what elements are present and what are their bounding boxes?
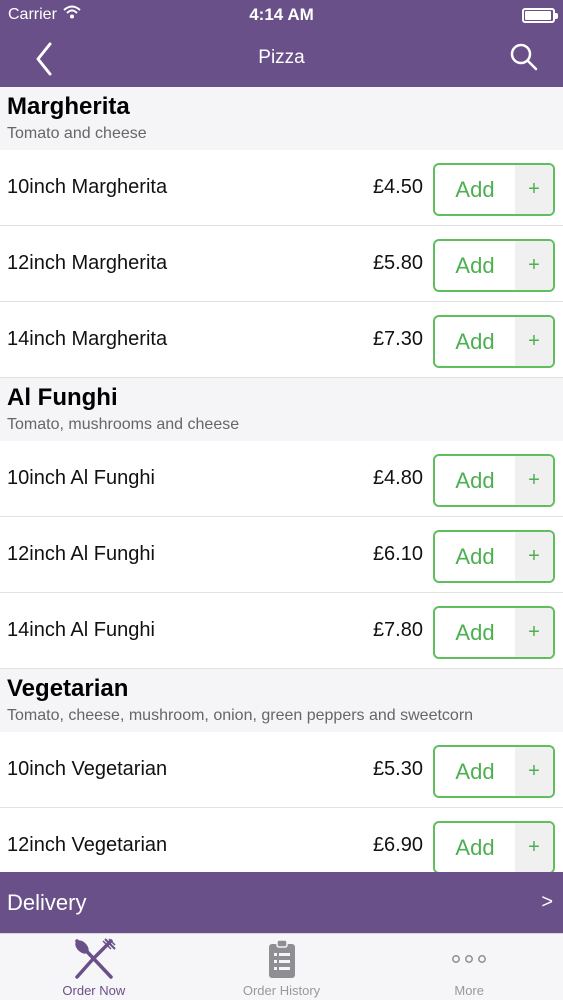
item-name: 10inch Margherita <box>7 176 168 198</box>
battery-icon <box>522 8 558 23</box>
section-title: Al Funghi <box>7 384 118 411</box>
section-header-al-funghi: Al Funghi Tomato, mushrooms and cheese <box>0 378 563 441</box>
section-description: Tomato, mushrooms and cheese <box>7 416 240 433</box>
add-button[interactable]: Add + <box>433 454 555 507</box>
add-label: Add <box>455 176 495 202</box>
item-price: £5.30 <box>372 758 423 780</box>
add-label: Add <box>455 834 495 860</box>
status-time: 4:14 AM <box>249 5 314 24</box>
item-name: 12inch Al Funghi <box>7 543 155 565</box>
plus-icon: + <box>515 317 553 366</box>
nav-bar: Pizza <box>0 30 563 87</box>
add-label: Add <box>455 328 495 354</box>
chevron-right-icon: > <box>541 891 553 913</box>
page-title: Pizza <box>258 47 305 68</box>
app-screen: Carrier 4:14 AM Pizza Margherita Tomato … <box>0 0 563 1000</box>
tab-label: More <box>454 983 484 998</box>
section-header-margherita: Margherita Tomato and cheese <box>0 87 563 150</box>
add-label: Add <box>455 543 495 569</box>
add-button[interactable]: Add + <box>433 239 555 292</box>
item-price: £6.10 <box>372 543 423 565</box>
section-description: Tomato, cheese, mushroom, onion, green p… <box>7 707 474 724</box>
status-bar: Carrier 4:14 AM <box>0 0 563 30</box>
menu-list[interactable]: Margherita Tomato and cheese 10inch Marg… <box>0 87 563 872</box>
search-icon <box>510 43 538 71</box>
add-label: Add <box>455 619 495 645</box>
add-label: Add <box>455 758 495 784</box>
plus-icon: + <box>515 165 553 214</box>
menu-item-row: 10inch Vegetarian £5.30 Add + <box>0 732 563 808</box>
item-price: £6.90 <box>372 834 423 856</box>
plus-icon: + <box>515 823 553 872</box>
tab-label: Order History <box>242 983 321 998</box>
tab-more[interactable]: More <box>375 934 563 1000</box>
plus-icon: + <box>515 532 553 581</box>
item-name: 12inch Vegetarian <box>7 834 168 856</box>
fork-knife-icon <box>71 934 117 984</box>
section-header-vegetarian: Vegetarian Tomato, cheese, mushroom, oni… <box>0 669 563 732</box>
item-name: 10inch Vegetarian <box>7 758 168 780</box>
section-description: Tomato and cheese <box>7 125 147 142</box>
plus-icon: + <box>515 608 553 657</box>
add-label: Add <box>455 467 495 493</box>
add-button[interactable]: Add + <box>433 606 555 659</box>
item-price: £4.80 <box>372 467 423 489</box>
add-button[interactable]: Add + <box>433 745 555 798</box>
menu-item-row: 12inch Margherita £5.80 Add + <box>0 226 563 302</box>
section-title: Margherita <box>7 93 130 120</box>
menu-item-row: 14inch Margherita £7.30 Add + <box>0 302 563 378</box>
item-name: 10inch Al Funghi <box>7 467 155 489</box>
tab-order-history[interactable]: Order History <box>188 934 376 1000</box>
menu-item-row: 12inch Vegetarian £6.90 Add + <box>0 808 563 872</box>
item-price: £7.30 <box>372 328 423 350</box>
plus-icon: + <box>515 747 553 796</box>
tab-label: Order Now <box>62 983 126 998</box>
item-price: £5.80 <box>372 252 423 274</box>
item-name: 14inch Margherita <box>7 328 168 350</box>
add-button[interactable]: Add + <box>433 821 555 872</box>
delivery-label: Delivery <box>7 890 87 915</box>
tab-bar: Order Now Order History More <box>0 933 563 1000</box>
tab-order-now[interactable]: Order Now <box>0 934 188 1000</box>
delivery-bar[interactable]: Delivery > <box>0 872 563 933</box>
plus-icon: + <box>515 241 553 290</box>
item-name: 12inch Margherita <box>7 252 168 274</box>
add-label: Add <box>455 252 495 278</box>
add-button[interactable]: Add + <box>433 163 555 216</box>
menu-item-row: 14inch Al Funghi £7.80 Add + <box>0 593 563 669</box>
item-name: 14inch Al Funghi <box>7 619 155 641</box>
header: Carrier 4:14 AM Pizza <box>0 0 563 87</box>
menu-item-row: 10inch Margherita £4.50 Add + <box>0 150 563 226</box>
clipboard-list-icon <box>267 934 297 984</box>
search-button[interactable] <box>509 42 539 72</box>
more-dots-icon <box>449 934 489 984</box>
add-button[interactable]: Add + <box>433 315 555 368</box>
add-button[interactable]: Add + <box>433 530 555 583</box>
section-title: Vegetarian <box>7 675 129 702</box>
menu-item-row: 12inch Al Funghi £6.10 Add + <box>0 517 563 593</box>
menu-item-row: 10inch Al Funghi £4.80 Add + <box>0 441 563 517</box>
item-price: £7.80 <box>372 619 423 641</box>
plus-icon: + <box>515 456 553 505</box>
item-price: £4.50 <box>372 176 423 198</box>
